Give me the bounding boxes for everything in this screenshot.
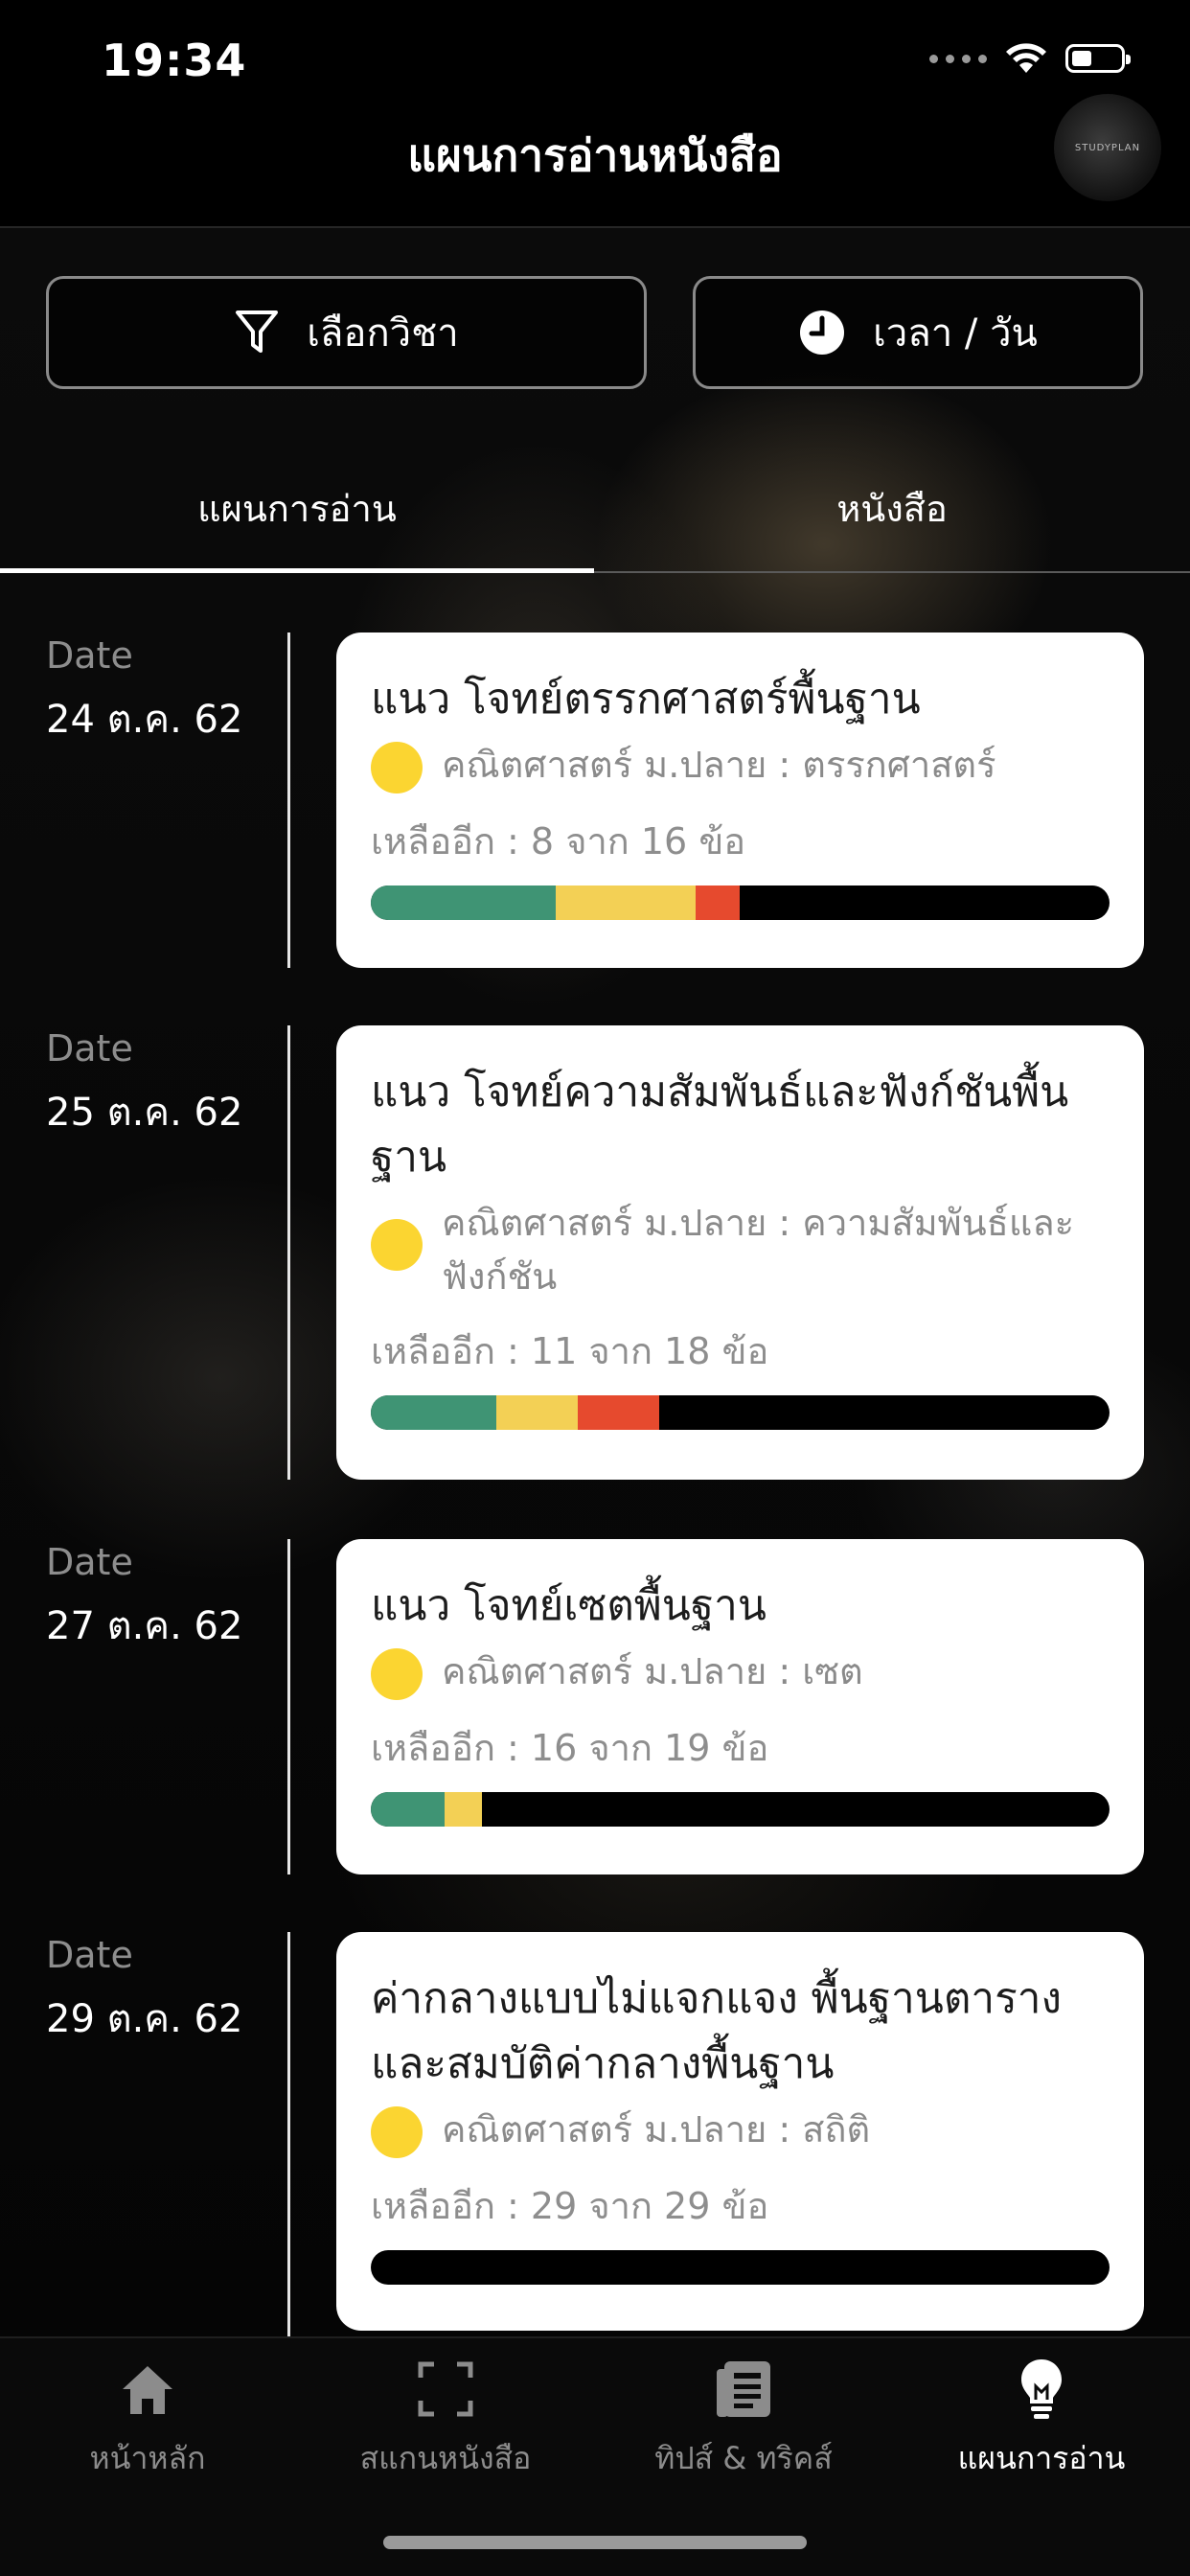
header-divider (0, 226, 1190, 228)
progress-partial (496, 1395, 578, 1430)
plan-date: 29 ต.ค. 62 (46, 1997, 243, 2041)
plan-date: 27 ต.ค. 62 (46, 1604, 243, 1648)
tabbar-reading-plan[interactable]: แผนการอ่าน (898, 2356, 1185, 2483)
home-icon (123, 2366, 172, 2414)
plan-remaining: เหลืออีก : 29 จาก 29 ข้อ (371, 2185, 769, 2227)
status-time: 19:34 (102, 34, 247, 86)
plan-subject: คณิตศาสตร์ ม.ปลาย : สถิติ (442, 2108, 871, 2150)
progress-wrong (577, 1395, 659, 1430)
time-per-day-button[interactable]: เวลา / วัน (693, 276, 1143, 389)
plan-card[interactable]: แนว โจทย์ตรรกศาสตร์พื้นฐาน คณิตศาสตร์ ม.… (336, 632, 1144, 968)
date-caption: Date (46, 1027, 133, 1070)
battery-icon (1065, 44, 1131, 73)
plan-date: 24 ต.ค. 62 (46, 698, 243, 742)
plan-title: แนว โจทย์ความสัมพันธ์และฟังก์ชันพื้นฐาน (371, 1068, 1069, 1182)
plan-card[interactable]: ค่ากลางแบบไม่แจกแจง พื้นฐานตาราง และสมบั… (336, 1932, 1144, 2331)
tabbar-home[interactable]: หน้าหลัก (4, 2356, 291, 2483)
tabbar-home-label: หน้าหลัก (89, 2440, 206, 2476)
app-logo[interactable]: STUDYPLAN (1054, 94, 1161, 201)
tabbar-scan[interactable]: สแกนหนังสือ (302, 2356, 589, 2483)
wifi-icon (1006, 43, 1046, 73)
date-caption: Date (46, 1541, 133, 1583)
lightbulb-icon (1021, 2359, 1062, 2419)
time-per-day-label: เวลา / วัน (873, 311, 1038, 356)
status-indicators (929, 42, 1131, 75)
scan-icon (418, 2361, 473, 2417)
plan-subject: คณิตศาสตร์ ม.ปลาย : เซต (442, 1650, 863, 1692)
logo-text: STUDYPLAN (1074, 142, 1141, 153)
select-subject-button[interactable]: เลือกวิชา (46, 276, 647, 389)
date-caption: Date (46, 634, 133, 677)
select-subject-label: เลือกวิชา (307, 311, 459, 356)
clock-icon (800, 310, 845, 355)
progress-bar (371, 2250, 1110, 2285)
status-bar: 19:34 (0, 0, 1190, 96)
plan-title: แนว โจทย์ตรรกศาสตร์พื้นฐาน (371, 675, 921, 724)
tabbar-reading-plan-label: แผนการอ่าน (957, 2440, 1126, 2476)
progress-correct (371, 1395, 497, 1430)
subject-dot-icon (371, 1219, 423, 1271)
active-tab-indicator (0, 568, 594, 573)
plan-title: ค่ากลางแบบไม่แจกแจง พื้นฐานตาราง และสมบั… (371, 1974, 1062, 2088)
plan-remaining: เหลืออีก : 11 จาก 18 ข้อ (371, 1330, 769, 1372)
plan-date: 25 ต.ค. 62 (46, 1091, 243, 1135)
timeline-line (287, 632, 290, 968)
subject-dot-icon (371, 2106, 423, 2158)
plan-subject: คณิตศาสตร์ ม.ปลาย : ตรรกศาสตร์ (442, 744, 996, 786)
timeline-line (287, 1539, 290, 1874)
progress-bar (371, 1792, 1110, 1827)
plan-remaining: เหลืออีก : 16 จาก 19 ข้อ (371, 1727, 769, 1769)
timeline-line (287, 1932, 290, 2336)
tab-reading-plan[interactable]: แผนการอ่าน (0, 479, 594, 538)
home-indicator[interactable] (383, 2536, 807, 2549)
tabbar-tips[interactable]: ทิปส์ & ทริคส์ (600, 2356, 887, 2483)
plan-card[interactable]: แนว โจทย์เซตพื้นฐาน คณิตศาสตร์ ม.ปลาย : … (336, 1539, 1144, 1874)
timeline-line (287, 1025, 290, 1480)
tab-books[interactable]: หนังสือ (594, 479, 1190, 538)
progress-wrong (696, 886, 741, 920)
progress-bar (371, 886, 1110, 920)
tab-reading-plan-label: แผนการอ่าน (197, 488, 397, 530)
progress-partial (555, 886, 697, 920)
plan-subject: คณิตศาสตร์ ม.ปลาย : ความสัมพันธ์และฟังก์… (442, 1202, 1075, 1298)
filter-icon (236, 310, 279, 353)
plan-remaining: เหลืออีก : 8 จาก 16 ข้อ (371, 820, 746, 862)
subject-row: คณิตศาสตร์ ม.ปลาย : เซต (371, 1644, 1110, 1700)
tabbar-scan-label: สแกนหนังสือ (359, 2440, 532, 2476)
subject-row: คณิตศาสตร์ ม.ปลาย : ความสัมพันธ์และฟังก์… (371, 1196, 1110, 1303)
subject-row: คณิตศาสตร์ ม.ปลาย : สถิติ (371, 2103, 1110, 2158)
signal-icon (929, 54, 987, 63)
tabbar-tips-label: ทิปส์ & ทริคส์ (654, 2440, 833, 2476)
progress-correct (371, 1792, 446, 1827)
page-title: แผนการอ่านหนังสือ (407, 129, 783, 181)
plan-card[interactable]: แนว โจทย์ความสัมพันธ์และฟังก์ชันพื้นฐาน … (336, 1025, 1144, 1480)
article-icon (717, 2361, 770, 2417)
tab-books-label: หนังสือ (836, 488, 948, 530)
subject-dot-icon (371, 742, 423, 794)
subject-row: คณิตศาสตร์ ม.ปลาย : ตรรกศาสตร์ (371, 738, 1110, 794)
subject-dot-icon (371, 1648, 423, 1700)
date-caption: Date (46, 1934, 133, 1976)
progress-bar (371, 1395, 1110, 1430)
progress-correct (371, 886, 556, 920)
plan-title: แนว โจทย์เซตพื้นฐาน (371, 1581, 767, 1630)
progress-partial (445, 1792, 482, 1827)
